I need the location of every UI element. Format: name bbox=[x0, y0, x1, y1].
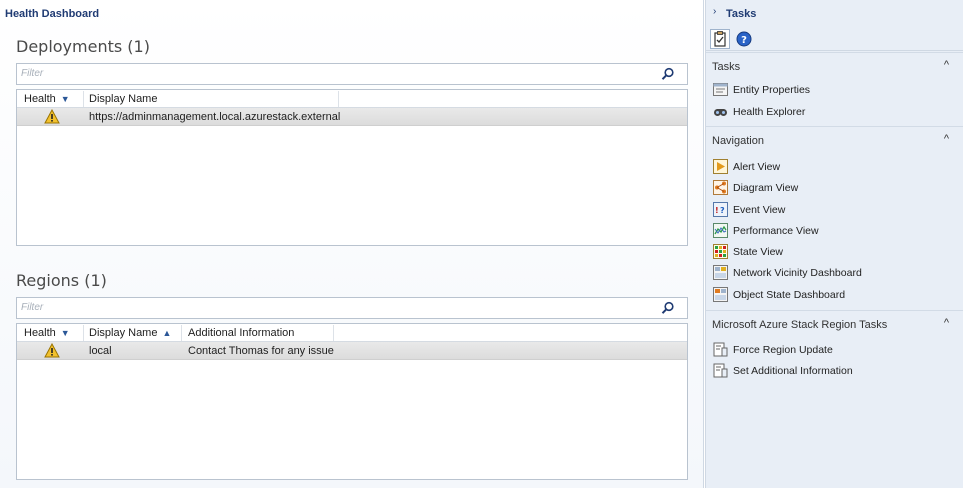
collapse-icon[interactable]: ^ bbox=[944, 133, 949, 145]
regions-grid: Health ▼ Display Name ▲ Additional Informa… bbox=[16, 323, 688, 480]
group-title: Tasks bbox=[712, 61, 741, 73]
main-pane: Health Dashboard Deployments (1) Filter … bbox=[0, 0, 704, 488]
table-row[interactable]: https://adminmanagement.local.azurestack… bbox=[17, 108, 687, 126]
properties-icon bbox=[713, 83, 728, 96]
nav-event-view[interactable]: ! ? Event View bbox=[713, 202, 953, 218]
nav-label: State View bbox=[733, 246, 784, 258]
column-separator[interactable] bbox=[338, 91, 339, 107]
tasks-pane: › Tasks ? Tasks ^ Entity Properties Heal… bbox=[705, 0, 963, 488]
column-separator[interactable] bbox=[83, 325, 84, 341]
regions-filter[interactable]: Filter bbox=[16, 297, 688, 319]
nav-label: Diagram View bbox=[733, 182, 799, 194]
collapse-icon[interactable]: ^ bbox=[944, 317, 949, 329]
object-state-icon bbox=[713, 287, 728, 302]
nav-state-view[interactable]: State View bbox=[713, 244, 953, 260]
task-label: Set Additional Information bbox=[733, 365, 853, 377]
svg-text:?: ? bbox=[741, 35, 747, 46]
sort-up-icon: ▲ bbox=[162, 328, 172, 338]
deployments-grid-header: Health ▼ Display Name bbox=[17, 90, 687, 108]
search-icon[interactable] bbox=[661, 67, 675, 81]
display-name-cell: local bbox=[89, 345, 112, 357]
group-navigation: Navigation ^ Alert View Diagram View ! ? bbox=[706, 126, 963, 309]
task-entity-properties[interactable]: Entity Properties bbox=[713, 82, 953, 98]
sort-down-icon: ▼ bbox=[60, 328, 70, 338]
tasks-pane-tabs: ? bbox=[706, 27, 963, 51]
svg-text:?: ? bbox=[720, 206, 725, 215]
clipboard-icon bbox=[714, 31, 726, 47]
regions-grid-header: Health ▼ Display Name ▲ Additional Informa… bbox=[17, 324, 687, 342]
group-title: Navigation bbox=[712, 135, 764, 147]
column-header-health[interactable]: Health ▼ bbox=[24, 93, 70, 105]
task-icon bbox=[713, 342, 728, 357]
task-label: Health Explorer bbox=[733, 106, 806, 118]
nav-diagram-view[interactable]: Diagram View bbox=[713, 180, 953, 196]
diagram-view-icon bbox=[713, 180, 728, 195]
tasks-pane-title: Tasks bbox=[726, 8, 757, 20]
group-region-tasks: Microsoft Azure Stack Region Tasks ^ For… bbox=[706, 310, 963, 390]
deployments-grid: Health ▼ Display Name https://adminmanage… bbox=[16, 89, 688, 246]
nav-label: Network Vicinity Dashboard bbox=[733, 267, 862, 279]
column-header-display-name[interactable]: Display Name ▲ bbox=[89, 327, 171, 339]
breadcrumb[interactable]: Health Dashboard bbox=[5, 8, 99, 20]
group-tasks: Tasks ^ Entity Properties Health Explore… bbox=[706, 52, 963, 126]
nav-alert-view[interactable]: Alert View bbox=[713, 159, 953, 175]
search-icon[interactable] bbox=[661, 301, 675, 315]
nav-label: Event View bbox=[733, 204, 786, 216]
deployments-filter[interactable]: Filter bbox=[16, 63, 688, 85]
alert-view-icon bbox=[713, 159, 728, 174]
regions-filter-placeholder: Filter bbox=[21, 302, 44, 313]
tasks-pane-header[interactable]: › Tasks bbox=[706, 0, 963, 26]
task-health-explorer[interactable]: Health Explorer bbox=[713, 104, 953, 120]
table-row[interactable]: local Contact Thomas for any issue bbox=[17, 342, 687, 360]
tab-tasks[interactable] bbox=[710, 29, 730, 49]
chevron-right-icon[interactable]: › bbox=[713, 6, 716, 17]
additional-info-cell: Contact Thomas for any issue bbox=[188, 345, 334, 357]
column-header-additional-info[interactable]: Additional Information bbox=[188, 327, 294, 339]
task-label: Force Region Update bbox=[733, 344, 833, 356]
nav-performance-view[interactable]: Performance View bbox=[713, 223, 953, 239]
task-set-additional-information[interactable]: Set Additional Information bbox=[713, 363, 953, 379]
column-separator[interactable] bbox=[333, 325, 334, 341]
tab-help[interactable]: ? bbox=[734, 29, 754, 49]
group-title: Microsoft Azure Stack Region Tasks bbox=[712, 319, 888, 331]
warning-icon bbox=[44, 343, 60, 358]
collapse-icon[interactable]: ^ bbox=[944, 59, 949, 71]
nav-network-vicinity-dashboard[interactable]: Network Vicinity Dashboard bbox=[713, 265, 953, 281]
column-header-health[interactable]: Health ▼ bbox=[24, 327, 70, 339]
column-separator[interactable] bbox=[181, 325, 182, 341]
nav-label: Alert View bbox=[733, 161, 781, 173]
task-label: Entity Properties bbox=[733, 84, 811, 96]
network-vicinity-icon bbox=[713, 265, 728, 280]
nav-label: Performance View bbox=[733, 225, 819, 237]
task-icon bbox=[713, 363, 728, 378]
deployments-filter-placeholder: Filter bbox=[21, 68, 44, 79]
deployments-title: Deployments (1) bbox=[16, 37, 150, 56]
svg-text:!: ! bbox=[715, 206, 719, 215]
performance-view-icon bbox=[713, 223, 728, 238]
task-force-region-update[interactable]: Force Region Update bbox=[713, 342, 953, 358]
column-header-display-name[interactable]: Display Name bbox=[89, 93, 157, 105]
nav-label: Object State Dashboard bbox=[733, 289, 846, 301]
display-name-cell: https://adminmanagement.local.azurestack… bbox=[89, 111, 341, 123]
health-explorer-icon bbox=[714, 109, 727, 116]
event-view-icon: ! ? bbox=[713, 202, 728, 217]
regions-title: Regions (1) bbox=[16, 271, 107, 290]
warning-icon bbox=[44, 109, 60, 124]
column-separator[interactable] bbox=[83, 91, 84, 107]
nav-object-state-dashboard[interactable]: Object State Dashboard bbox=[713, 287, 953, 303]
state-view-icon bbox=[713, 244, 728, 259]
help-icon: ? bbox=[736, 31, 752, 47]
sort-down-icon: ▼ bbox=[60, 94, 70, 104]
